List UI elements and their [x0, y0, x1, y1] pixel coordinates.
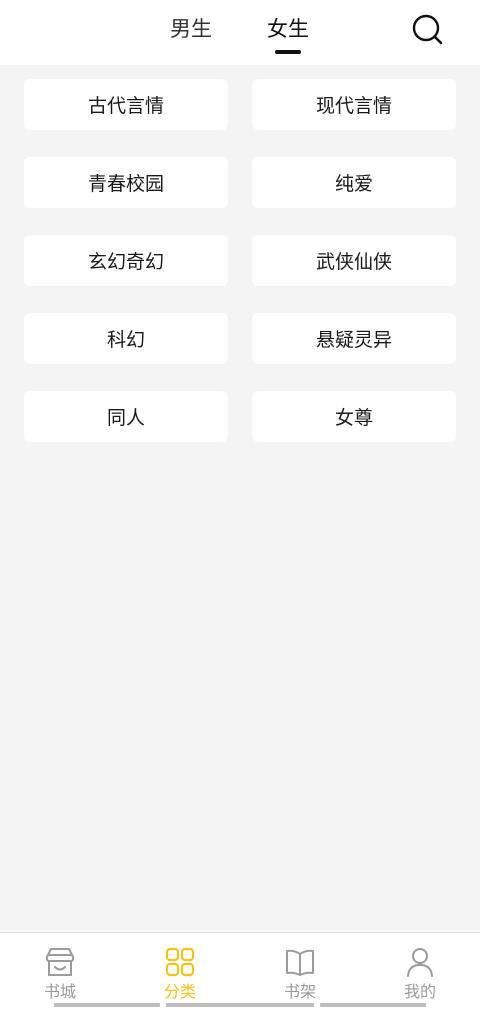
- category-item[interactable]: 同人: [24, 391, 228, 442]
- tab-male[interactable]: 男生: [170, 14, 212, 44]
- book-icon: [286, 949, 314, 976]
- category-item[interactable]: 纯爱: [252, 157, 456, 208]
- search-button[interactable]: [410, 12, 444, 46]
- bottom-navigation: 书城 分类 书架 我的: [0, 932, 480, 1010]
- category-item[interactable]: 古代言情: [24, 79, 228, 130]
- nav-underline: [166, 1003, 314, 1007]
- category-item[interactable]: 武侠仙侠: [252, 235, 456, 286]
- category-item[interactable]: 现代言情: [252, 79, 456, 130]
- category-item[interactable]: 女尊: [252, 391, 456, 442]
- nav-label: 我的: [403, 982, 436, 1001]
- nav-item-bookshelf[interactable]: 书架: [240, 933, 360, 1010]
- nav-item-category[interactable]: 分类: [120, 933, 240, 1010]
- category-item[interactable]: 悬疑灵异: [252, 313, 456, 364]
- top-header: 男生 女生: [0, 0, 480, 65]
- category-item[interactable]: 玄幻奇幻: [24, 235, 228, 286]
- nav-label: 书城: [43, 982, 76, 1001]
- active-tab-indicator: [275, 50, 301, 54]
- tab-female[interactable]: 女生: [267, 14, 309, 44]
- grid-icon: [165, 947, 195, 977]
- nav-item-profile[interactable]: 我的: [360, 933, 480, 1010]
- user-icon: [407, 948, 433, 977]
- nav-underline: [320, 1003, 426, 1007]
- nav-item-bookstore[interactable]: 书城: [0, 933, 120, 1010]
- category-item[interactable]: 科幻: [24, 313, 228, 364]
- nav-underline: [54, 1003, 160, 1007]
- category-item[interactable]: 青春校园: [24, 157, 228, 208]
- store-icon: [46, 948, 74, 976]
- category-grid: 古代言情 现代言情 青春校园 纯爱 玄幻奇幻 武侠仙侠 科幻 悬疑灵异 同人 女…: [24, 79, 456, 442]
- nav-label: 书架: [283, 982, 316, 1001]
- search-icon: [412, 14, 443, 45]
- nav-label: 分类: [163, 982, 196, 1001]
